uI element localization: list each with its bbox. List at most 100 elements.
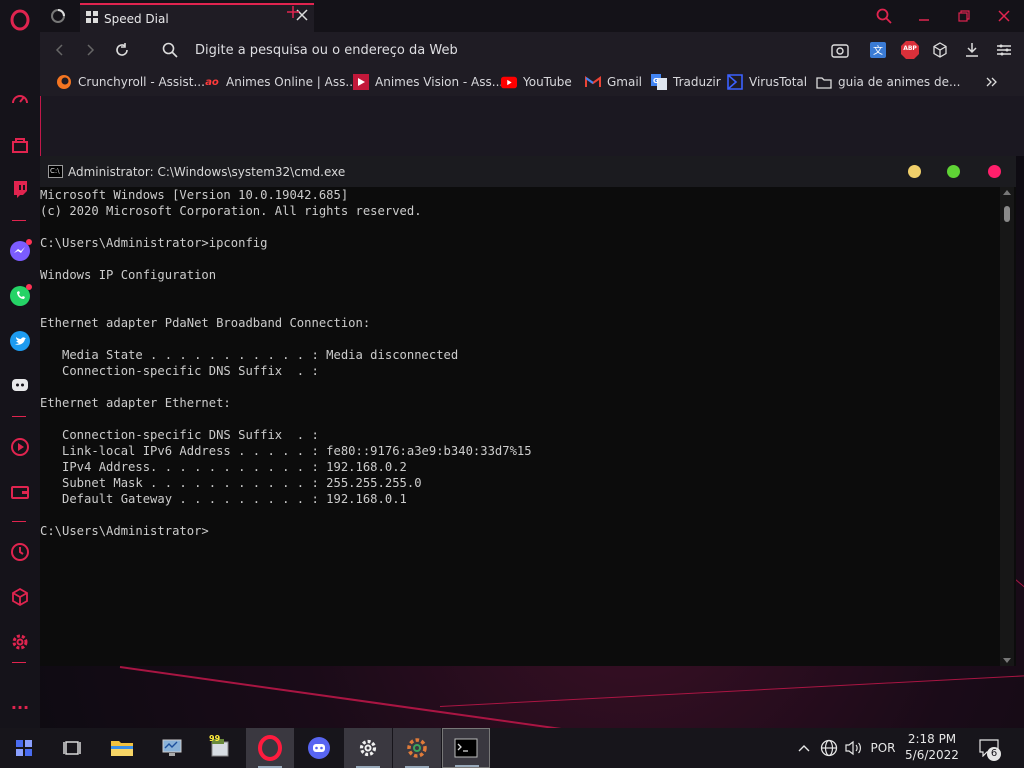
bookmark-folder-guia[interactable]: guia de animes de... bbox=[816, 73, 960, 91]
taskbar-opera-gx-settings[interactable] bbox=[393, 728, 441, 768]
forward-icon[interactable] bbox=[78, 38, 102, 62]
taskbar-cmd[interactable] bbox=[442, 728, 490, 768]
box-icon[interactable] bbox=[930, 40, 950, 60]
notification-center-icon[interactable]: 6 bbox=[974, 728, 1004, 768]
player-icon[interactable] bbox=[7, 434, 33, 460]
speed-dial-area bbox=[40, 96, 1024, 156]
taskbar-opera[interactable] bbox=[246, 728, 294, 768]
minimize-button[interactable] bbox=[910, 4, 938, 28]
sidebar-divider bbox=[12, 416, 26, 417]
console-line: Connection-specific DNS Suffix . : bbox=[40, 364, 319, 378]
console-output[interactable]: Microsoft Windows [Version 10.0.19042.68… bbox=[40, 187, 998, 666]
close-button[interactable] bbox=[990, 4, 1018, 28]
tab-spinner-icon[interactable] bbox=[44, 4, 72, 28]
taskbar-discord[interactable] bbox=[295, 728, 343, 768]
search-tabs-icon[interactable] bbox=[870, 4, 898, 28]
extensions-shop-icon[interactable] bbox=[7, 132, 33, 158]
more-icon[interactable]: ··· bbox=[7, 694, 33, 720]
console-line: Ethernet adapter Ethernet: bbox=[40, 396, 231, 410]
animes-online-icon: ao bbox=[205, 76, 219, 88]
bookmark-label: Traduzir bbox=[673, 75, 721, 89]
reload-icon[interactable] bbox=[110, 38, 134, 62]
tab-title: Speed Dial bbox=[104, 11, 169, 26]
bookmark-animes-vision[interactable]: Animes Vision - Ass... bbox=[353, 73, 503, 91]
translate-icon: G bbox=[651, 74, 667, 90]
svg-text:文: 文 bbox=[873, 44, 883, 57]
scroll-down-icon[interactable] bbox=[1003, 658, 1011, 663]
tray-overflow-icon[interactable] bbox=[794, 728, 814, 768]
crunchyroll-icon bbox=[56, 74, 72, 90]
bookmark-youtube[interactable]: YouTube bbox=[501, 73, 572, 91]
wallet-icon[interactable] bbox=[7, 479, 33, 505]
bookmark-label: VirusTotal bbox=[749, 75, 808, 89]
messenger-icon[interactable] bbox=[7, 238, 33, 264]
cmd-maximize-button[interactable] bbox=[947, 165, 960, 178]
taskbar-clock[interactable]: 2:18 PM 5/6/2022 bbox=[900, 731, 964, 763]
restore-button[interactable] bbox=[950, 4, 978, 28]
bookmark-label: Crunchyroll - Assist... bbox=[78, 75, 205, 89]
translate-extension-icon[interactable]: 文 bbox=[868, 40, 888, 60]
language-indicator[interactable]: POR bbox=[866, 728, 900, 768]
console-line: Connection-specific DNS Suffix . : bbox=[40, 428, 319, 442]
download-icon[interactable] bbox=[962, 40, 982, 60]
notepad-icon[interactable]: 99 bbox=[196, 728, 244, 768]
bookmark-label: Gmail bbox=[607, 75, 643, 89]
bookmark-crunchyroll[interactable]: Crunchyroll - Assist... bbox=[56, 73, 205, 91]
scroll-up-icon[interactable] bbox=[1003, 190, 1011, 195]
easy-setup-icon[interactable] bbox=[994, 40, 1014, 60]
notepad-badge: 99 bbox=[209, 734, 221, 743]
taskbar-settings[interactable] bbox=[344, 728, 392, 768]
whatsapp-icon[interactable] bbox=[7, 283, 33, 309]
notification-dot bbox=[26, 239, 32, 245]
cube-icon[interactable] bbox=[7, 584, 33, 610]
adblock-plus-icon[interactable]: ABP bbox=[900, 40, 920, 60]
address-input[interactable]: Digite a pesquisa ou o endereço da Web bbox=[195, 43, 458, 58]
tab-bar: Speed Dial bbox=[40, 0, 1024, 32]
console-line: Media State . . . . . . . . . . . : Medi… bbox=[40, 348, 459, 362]
gmail-icon bbox=[585, 74, 601, 90]
new-tab-button[interactable] bbox=[286, 4, 300, 23]
back-icon[interactable] bbox=[48, 38, 72, 62]
cmd-close-button[interactable] bbox=[988, 165, 1001, 178]
opera-menu-icon[interactable] bbox=[7, 7, 33, 33]
sidebar-divider bbox=[12, 220, 26, 221]
bookmark-virustotal[interactable]: VirusTotal bbox=[727, 73, 807, 91]
console-line: (c) 2020 Microsoft Corporation. All righ… bbox=[40, 204, 422, 218]
bookmarks-overflow-icon[interactable] bbox=[986, 73, 998, 91]
file-explorer-icon[interactable] bbox=[98, 728, 146, 768]
console-line: Default Gateway . . . . . . . . . : 192.… bbox=[40, 492, 407, 506]
bookmarks-bar: Crunchyroll - Assist... ao Animes Online… bbox=[40, 68, 1024, 96]
notification-count: 6 bbox=[987, 747, 1001, 761]
twitch-icon[interactable] bbox=[7, 176, 33, 202]
volume-icon[interactable] bbox=[842, 728, 864, 768]
console-line: Link-local IPv6 Address . . . . . : fe80… bbox=[40, 444, 532, 458]
address-bar: Digite a pesquisa ou o endereço da Web 文… bbox=[40, 32, 1024, 68]
twitter-icon[interactable] bbox=[7, 328, 33, 354]
task-view-icon[interactable] bbox=[48, 728, 96, 768]
tab-speed-dial[interactable]: Speed Dial bbox=[80, 3, 314, 32]
network-icon[interactable] bbox=[818, 728, 840, 768]
cmd-titlebar[interactable]: C:\ Administrator: C:\Windows\system32\c… bbox=[40, 156, 1016, 187]
folder-icon bbox=[816, 74, 832, 90]
start-button[interactable] bbox=[0, 728, 48, 768]
bookmark-gmail[interactable]: Gmail bbox=[585, 73, 642, 91]
settings-sidebar-icon[interactable] bbox=[7, 629, 33, 655]
console-scrollbar[interactable] bbox=[1000, 187, 1014, 666]
speed-dial-icon[interactable] bbox=[7, 86, 33, 112]
svg-text:G: G bbox=[653, 77, 659, 85]
scroll-thumb[interactable] bbox=[1004, 206, 1010, 222]
history-icon[interactable] bbox=[7, 539, 33, 565]
clock-date: 5/6/2022 bbox=[905, 748, 959, 762]
discord-sidebar-icon[interactable] bbox=[7, 372, 33, 398]
cmd-minimize-button[interactable] bbox=[908, 165, 921, 178]
camera-icon[interactable] bbox=[830, 40, 850, 60]
bookmark-label: Animes Vision - Ass... bbox=[375, 75, 504, 89]
bookmark-traduzir[interactable]: G Traduzir bbox=[651, 73, 721, 91]
cmd-window: C:\ Administrator: C:\Windows\system32\c… bbox=[40, 156, 1016, 666]
notification-dot bbox=[26, 284, 32, 290]
network-monitor-icon[interactable] bbox=[148, 728, 196, 768]
bookmark-animes-online[interactable]: ao Animes Online | Ass... bbox=[204, 73, 357, 91]
